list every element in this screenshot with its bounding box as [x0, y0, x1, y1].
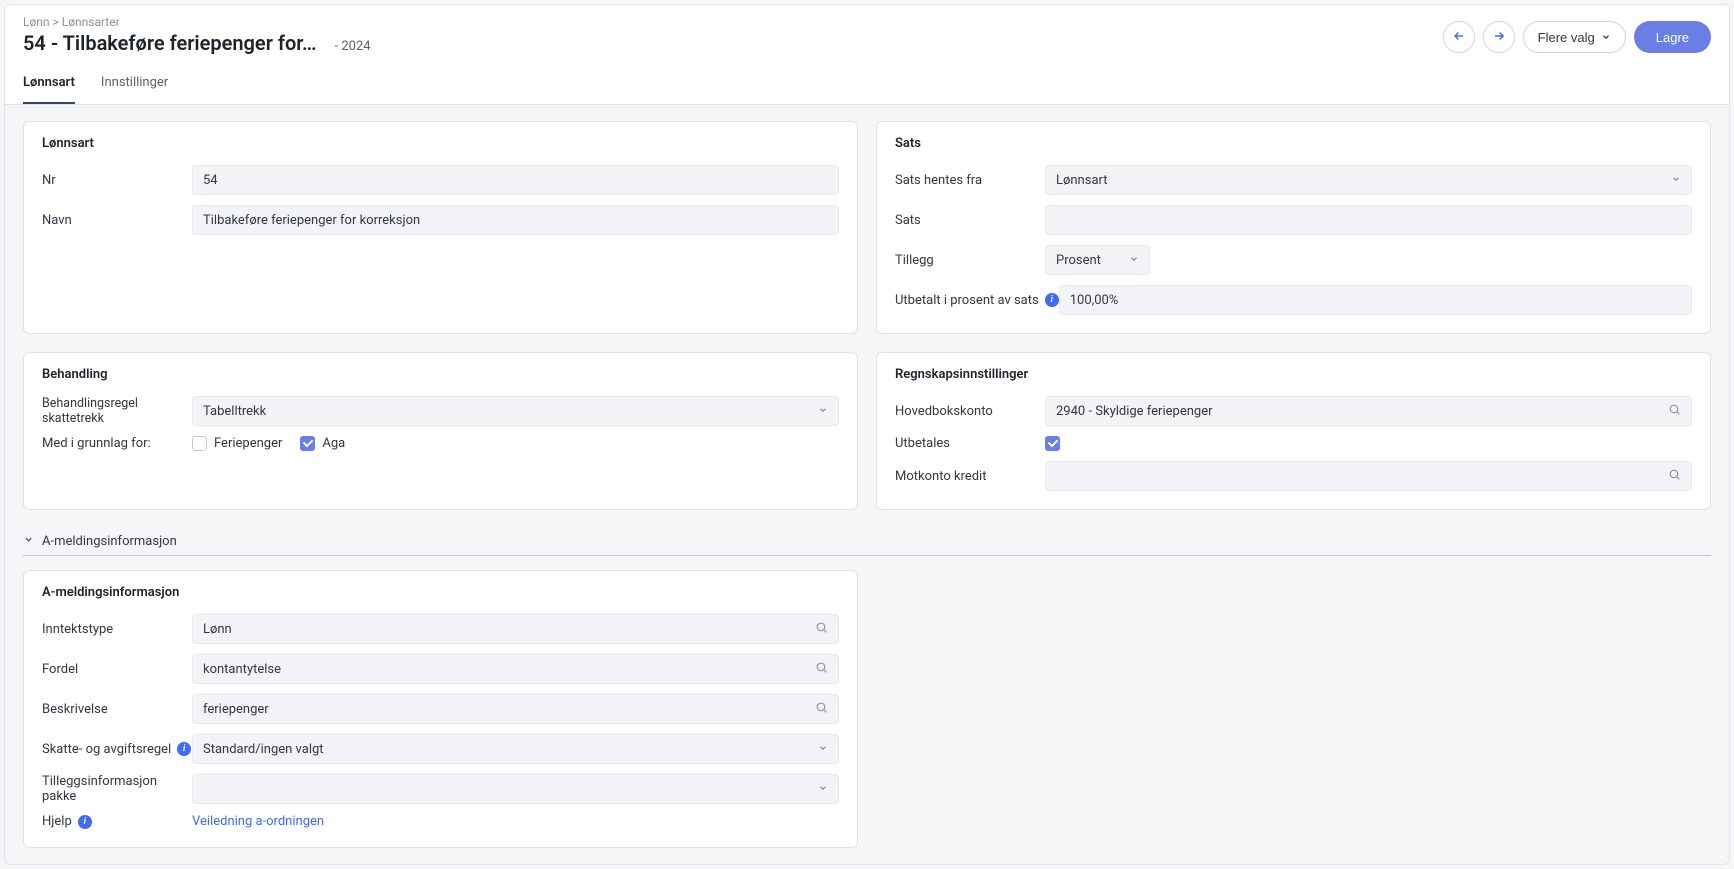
prev-button[interactable]	[1443, 21, 1475, 53]
card-behandling: Behandling Behandlingsregel skattetrekk …	[23, 352, 858, 510]
skatte-select[interactable]: Standard/ingen valgt	[192, 734, 839, 764]
skatte-value: Standard/ingen valgt	[203, 742, 324, 757]
chevron-down-icon	[818, 782, 828, 797]
card-sats: Sats Sats hentes fra Lønnsart Sats	[876, 121, 1711, 334]
chevron-down-icon	[818, 404, 828, 419]
fordel-value: kontantytelse	[203, 662, 281, 677]
beskrivelse-value: feriepenger	[203, 702, 269, 717]
arrow-left-icon	[1452, 29, 1466, 46]
card-title: Sats	[895, 136, 1692, 151]
year-label: - 2024	[335, 39, 371, 54]
card-title: A-meldingsinformasjon	[42, 585, 839, 600]
motkonto-label: Motkonto kredit	[895, 469, 1045, 484]
amelding-section-toggle[interactable]: A-meldingsinformasjon	[23, 528, 1711, 556]
card-lonnsart: Lønnsart Nr 54 Navn Tilbakeføre feriepen…	[23, 121, 858, 334]
card-amelding: A-meldingsinformasjon Inntektstype Lønn …	[23, 570, 858, 848]
page-title: 54 - Tilbakeføre feriepenger for…	[23, 31, 317, 55]
hovedbok-label: Hovedbokskonto	[895, 404, 1045, 419]
inntektstype-label: Inntektstype	[42, 622, 192, 637]
tillegg-value: Prosent	[1056, 253, 1101, 268]
page-header: Lønn > Lønnsarter 54 - Tilbakeføre ferie…	[5, 5, 1729, 63]
chevron-down-icon	[23, 534, 34, 549]
feriepenger-checkbox[interactable]	[192, 436, 207, 451]
card-title: Lønnsart	[42, 136, 839, 151]
utbetalt-input[interactable]: 100,00%	[1059, 285, 1692, 315]
aga-checkbox[interactable]	[300, 436, 315, 451]
regel-label: Behandlingsregel skattetrekk	[42, 396, 192, 426]
search-icon	[815, 701, 828, 718]
regel-select[interactable]: Tabelltrekk	[192, 396, 839, 426]
utbetalt-label: Utbetalt i prosent av sats i	[895, 293, 1059, 308]
inntektstype-input[interactable]: Lønn	[192, 614, 839, 644]
fordel-label: Fordel	[42, 662, 192, 677]
search-icon	[1668, 403, 1681, 420]
tab-lonnsart[interactable]: Lønnsart	[23, 63, 75, 104]
navn-input[interactable]: Tilbakeføre feriepenger for korreksjon	[192, 205, 839, 235]
hovedbok-input[interactable]: 2940 - Skyldige feriepenger	[1045, 396, 1692, 426]
tillegg-select[interactable]: Prosent	[1045, 245, 1150, 275]
save-button[interactable]: Lagre	[1634, 21, 1711, 53]
regel-value: Tabelltrekk	[203, 404, 266, 419]
info-icon[interactable]: i	[1045, 293, 1059, 307]
motkonto-input[interactable]	[1045, 461, 1692, 491]
hovedbok-value: 2940 - Skyldige feriepenger	[1056, 404, 1213, 419]
info-icon[interactable]: i	[177, 742, 191, 756]
grunnlag-label: Med i grunnlag for:	[42, 436, 192, 451]
aga-checkbox-item[interactable]: Aga	[300, 436, 345, 451]
next-button[interactable]	[1483, 21, 1515, 53]
sats-hentes-select[interactable]: Lønnsart	[1045, 165, 1692, 195]
beskrivelse-label: Beskrivelse	[42, 702, 192, 717]
chevron-down-icon	[1671, 173, 1681, 188]
search-icon	[1668, 468, 1681, 485]
nr-label: Nr	[42, 173, 192, 188]
skatte-label: Skatte- og avgiftsregel i	[42, 742, 192, 757]
info-icon[interactable]: i	[78, 815, 92, 829]
feriepenger-checkbox-label: Feriepenger	[214, 436, 282, 451]
tab-bar: Lønnsart Innstillinger	[5, 63, 1729, 105]
nr-input[interactable]: 54	[192, 165, 839, 195]
fordel-input[interactable]: kontantytelse	[192, 654, 839, 684]
tab-innstillinger[interactable]: Innstillinger	[101, 63, 168, 104]
tilleggspakke-label: Tilleggsinformasjon pakke	[42, 774, 192, 804]
search-icon	[815, 661, 828, 678]
card-title: Behandling	[42, 367, 839, 382]
tillegg-label: Tillegg	[895, 253, 1045, 268]
sats-hentes-label: Sats hentes fra	[895, 173, 1045, 188]
card-title: Regnskapsinnstillinger	[895, 367, 1692, 382]
utbetales-label: Utbetales	[895, 436, 1045, 451]
sats-label: Sats	[895, 213, 1045, 228]
more-options-button[interactable]: Flere valg	[1523, 21, 1626, 53]
hjelp-label: Hjelp i	[42, 814, 192, 829]
inntektstype-value: Lønn	[203, 622, 232, 637]
tilleggspakke-select[interactable]	[192, 774, 839, 804]
sats-input[interactable]	[1045, 205, 1692, 235]
card-regnskap: Regnskapsinnstillinger Hovedbokskonto 29…	[876, 352, 1711, 510]
aga-checkbox-label: Aga	[322, 436, 345, 451]
chevron-down-icon	[1129, 253, 1139, 268]
utbetales-checkbox[interactable]	[1045, 436, 1060, 451]
chevron-down-icon	[818, 742, 828, 757]
navn-label: Navn	[42, 213, 192, 228]
breadcrumb[interactable]: Lønn > Lønnsarter	[23, 15, 371, 29]
feriepenger-checkbox-item[interactable]: Feriepenger	[192, 436, 282, 451]
veiledning-link[interactable]: Veiledning a-ordningen	[192, 814, 324, 829]
beskrivelse-input[interactable]: feriepenger	[192, 694, 839, 724]
search-icon	[815, 621, 828, 638]
more-options-label: Flere valg	[1538, 30, 1595, 45]
chevron-down-icon	[1601, 30, 1611, 45]
amelding-section-title: A-meldingsinformasjon	[42, 534, 177, 549]
arrow-right-icon	[1492, 29, 1506, 46]
sats-hentes-value: Lønnsart	[1056, 173, 1108, 188]
